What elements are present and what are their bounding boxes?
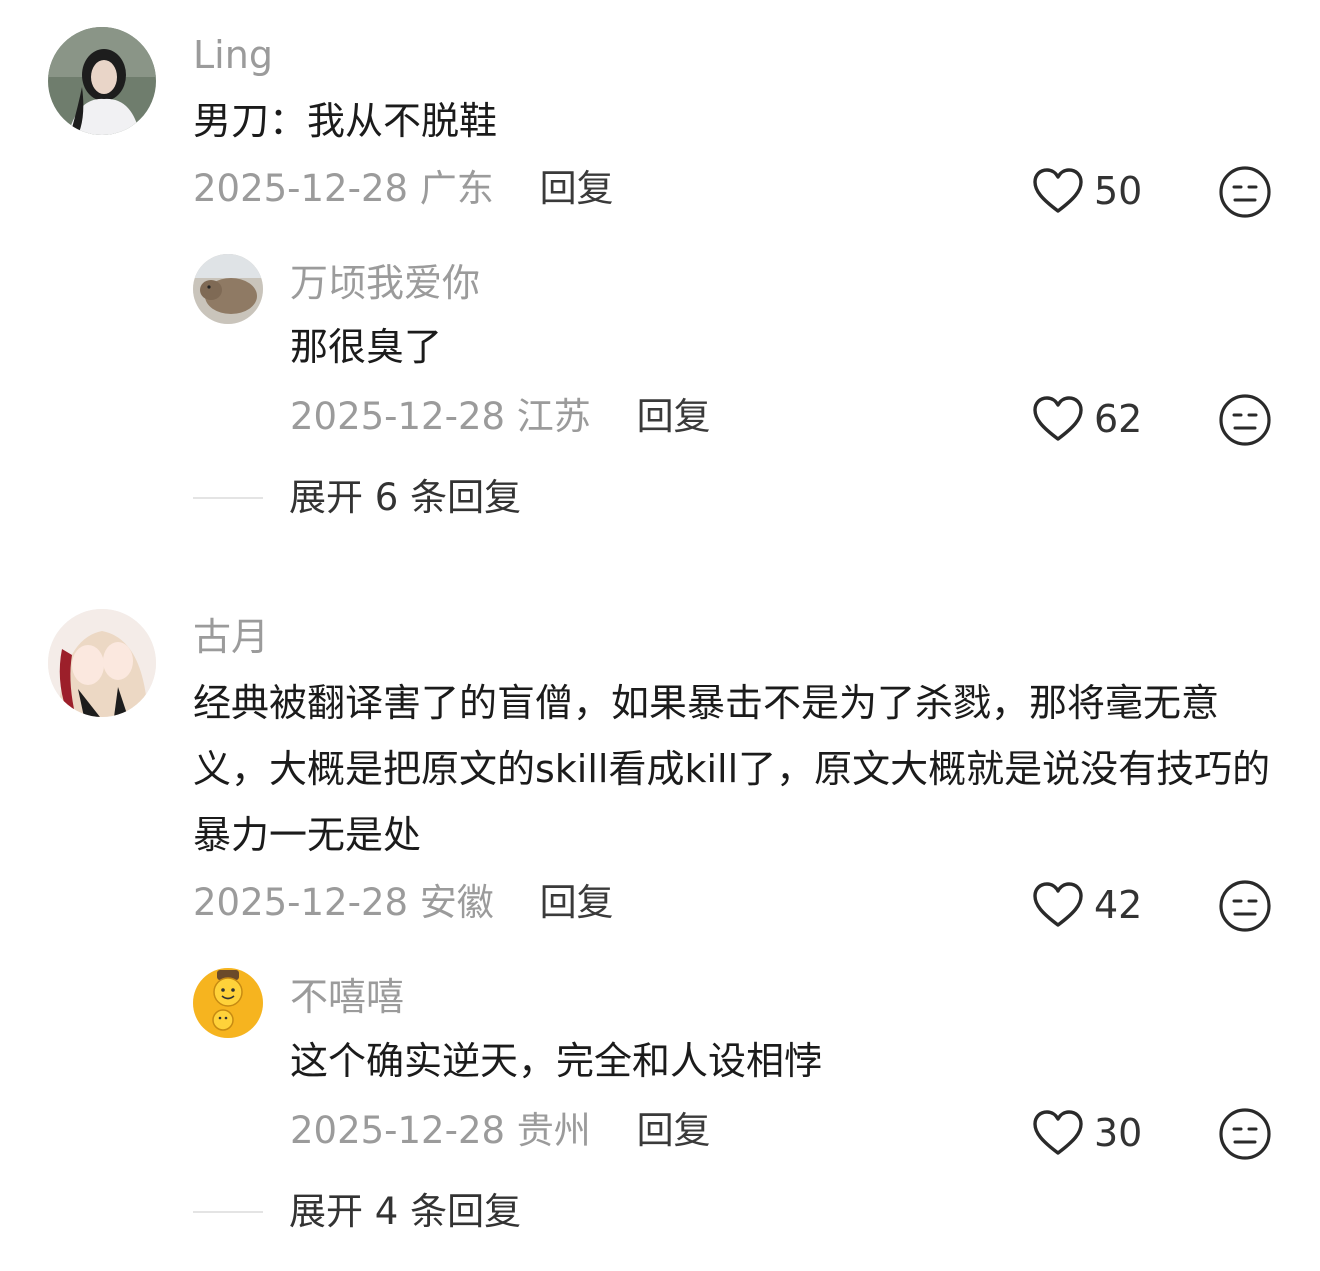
comment-text: 经典被翻译害了的盲僧，如果暴击不是为了杀戮，那将毫无意义，大概是把原文的skil… (193, 681, 1271, 857)
heart-icon (1033, 1110, 1083, 1155)
username[interactable]: 不嘻嘻 (290, 972, 404, 1022)
capybara-photo-icon (193, 254, 263, 324)
user-photo-icon (48, 27, 156, 135)
like-count: 42 (1094, 883, 1143, 927)
like-count: 30 (1094, 1111, 1143, 1155)
avatar[interactable] (193, 968, 263, 1038)
dislike-face-icon[interactable] (1218, 165, 1272, 219)
like-count: 62 (1094, 397, 1143, 441)
dislike-face-icon[interactable] (1218, 879, 1272, 933)
avatar[interactable] (48, 609, 156, 717)
reply-button[interactable]: 回复 (637, 395, 711, 438)
like-button[interactable]: 62 (1032, 394, 1142, 444)
expand-replies-button[interactable]: 展开 4 条回复 (193, 1187, 521, 1237)
reply-region: 贵州 (516, 1109, 591, 1152)
username[interactable]: 万顷我爱你 (290, 258, 480, 308)
reply-text: 那很臭了 (290, 325, 443, 369)
reply-date: 2025-12-28 (290, 1109, 506, 1152)
reply-meta: 2025-12-28 贵州 回复 (290, 1106, 711, 1156)
avatar[interactable] (193, 254, 263, 324)
comment-meta: 2025-12-28 安徽 回复 (193, 878, 614, 928)
heart-icon (1033, 882, 1083, 927)
reply-button[interactable]: 回复 (540, 881, 614, 924)
like-button[interactable]: 42 (1032, 880, 1142, 930)
expand-replies-button[interactable]: 展开 6 条回复 (193, 473, 521, 523)
expand-replies-label: 展开 4 条回复 (289, 1190, 522, 1233)
dislike-face-icon[interactable] (1218, 393, 1272, 447)
reply-text: 这个确实逆天，完全和人设相悖 (290, 1039, 823, 1083)
like-count: 50 (1094, 169, 1143, 213)
avatar[interactable] (48, 27, 156, 135)
comment-date: 2025-12-28 (193, 167, 409, 210)
emoji-avatar-icon (193, 968, 263, 1038)
dislike-face-icon[interactable] (1218, 1107, 1272, 1161)
reply-button[interactable]: 回复 (540, 167, 614, 210)
expand-replies-label: 展开 6 条回复 (289, 476, 522, 519)
like-button[interactable]: 30 (1032, 1108, 1142, 1158)
reply-region: 江苏 (516, 395, 591, 438)
comment-region: 广东 (419, 167, 494, 210)
reply-date: 2025-12-28 (290, 395, 506, 438)
divider-line (193, 497, 263, 499)
heart-icon (1033, 168, 1083, 213)
reply-meta: 2025-12-28 江苏 回复 (290, 392, 711, 442)
divider-line (193, 1211, 263, 1213)
comment-text: 男刀：我从不脱鞋 (193, 99, 498, 143)
username[interactable]: 古月 (193, 612, 269, 662)
username[interactable]: Ling (193, 30, 273, 80)
reply-button[interactable]: 回复 (637, 1109, 711, 1152)
comment-meta: 2025-12-28 广东 回复 (193, 164, 614, 214)
anime-avatar-icon (48, 609, 156, 717)
comment-date: 2025-12-28 (193, 881, 409, 924)
heart-icon (1033, 396, 1083, 441)
like-button[interactable]: 50 (1032, 166, 1142, 216)
comment-region: 安徽 (419, 881, 494, 924)
